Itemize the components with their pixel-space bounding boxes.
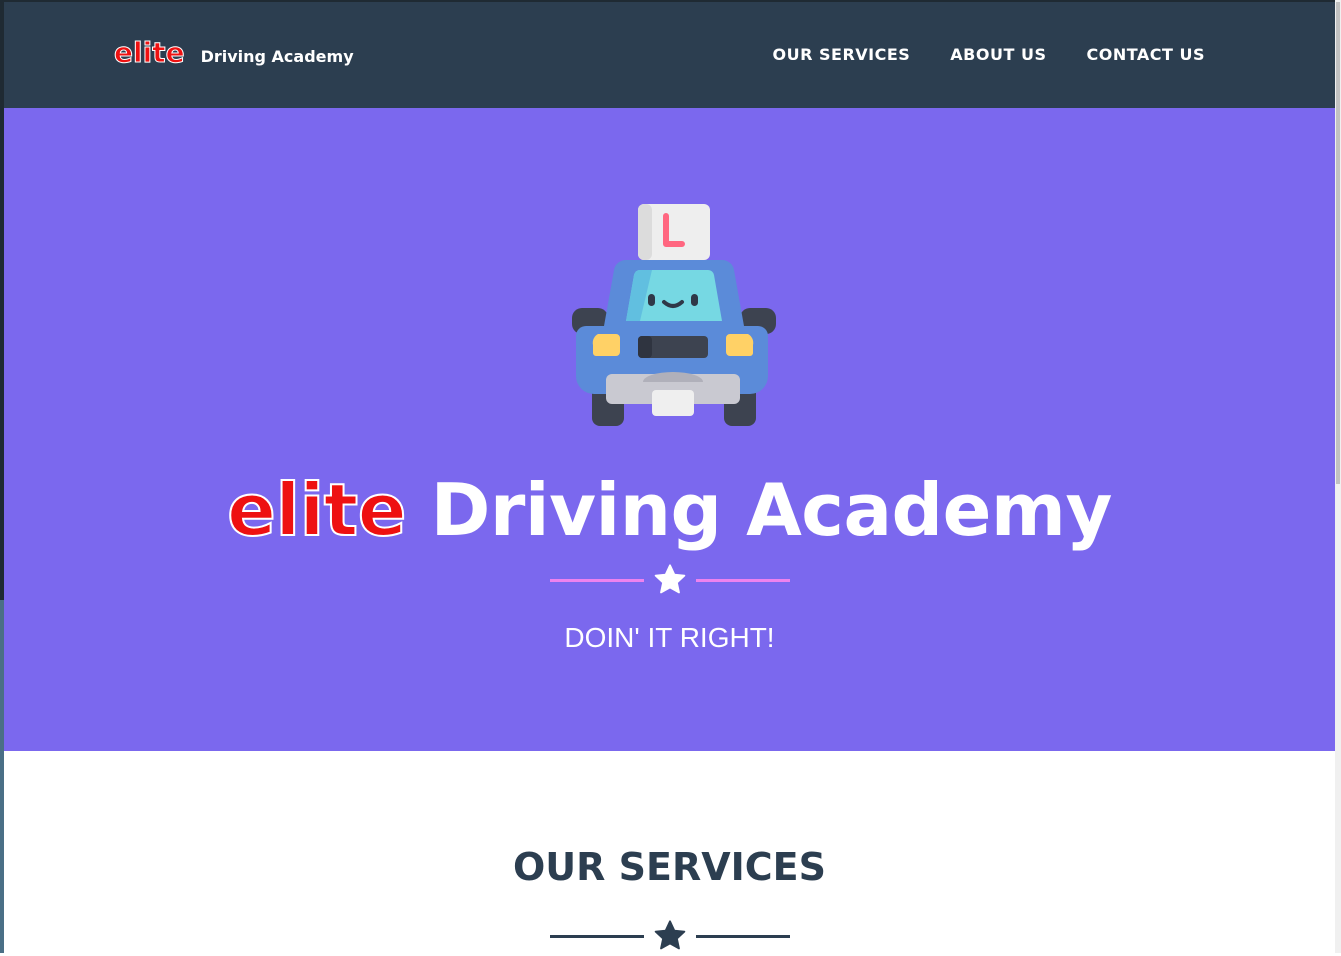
hero-subtitle: DOIN' IT RIGHT!: [564, 622, 775, 653]
hero-divider: [550, 560, 790, 600]
star-icon: [654, 920, 686, 950]
scrollbar-thumb[interactable]: [1336, 2, 1340, 484]
star-icon: [654, 564, 686, 594]
divider-line-left: [550, 935, 644, 938]
nav-link-contact-us[interactable]: CONTACT US: [1086, 45, 1205, 64]
hero-title-rest: Driving Academy: [430, 468, 1113, 552]
brand-name: Driving Academy: [200, 47, 354, 66]
divider-line-right: [696, 935, 790, 938]
nav-link-our-services[interactable]: OUR SERVICES: [773, 45, 911, 64]
scrollbar-track[interactable]: [1335, 0, 1341, 953]
learner-car-icon: [572, 204, 776, 426]
services-title: OUR SERVICES: [513, 845, 826, 889]
divider-line-left: [550, 579, 644, 582]
divider-line-right: [696, 579, 790, 582]
navbar: elite Driving Academy OUR SERVICES ABOUT…: [4, 2, 1335, 108]
hero-title: elite Driving Academy: [4, 467, 1335, 553]
brand-link[interactable]: elite Driving Academy: [114, 36, 354, 70]
brand-logo: elite: [114, 36, 186, 70]
nav-links: OUR SERVICES ABOUT US CONTACT US: [733, 45, 1206, 64]
nav-link-about-us[interactable]: ABOUT US: [950, 45, 1046, 64]
hero-title-logo: elite: [226, 467, 407, 553]
masthead: elite Driving Academy DOIN' IT RIGHT!: [4, 108, 1335, 751]
services-divider: [550, 916, 790, 956]
